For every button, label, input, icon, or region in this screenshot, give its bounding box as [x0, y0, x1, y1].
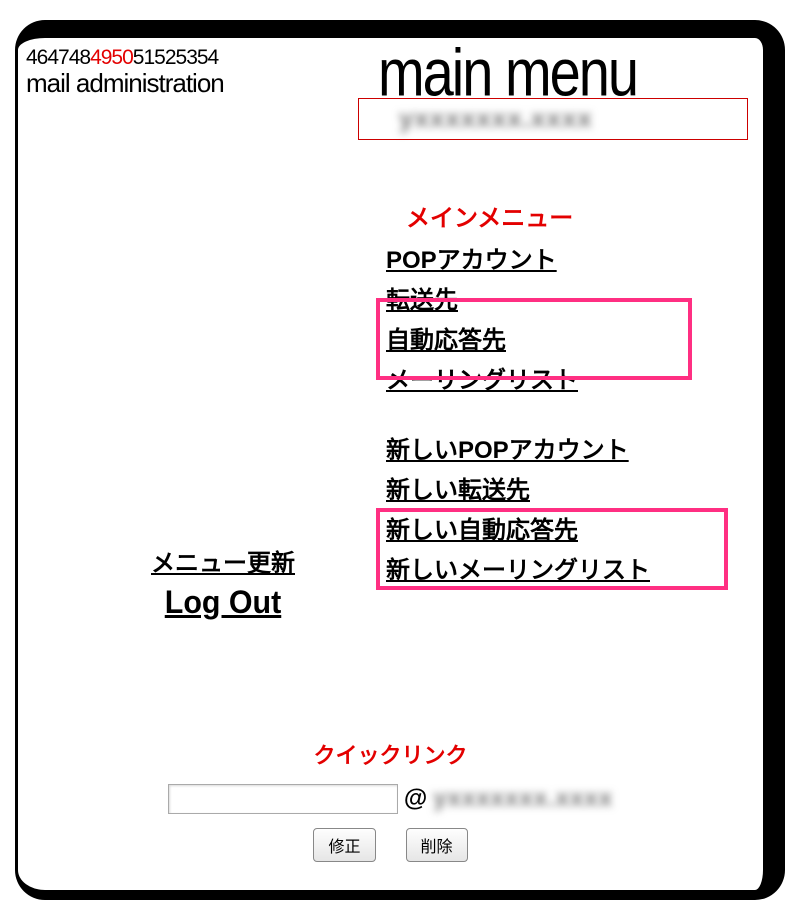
page-numbers-before: 464748 [26, 46, 90, 69]
page-numbers: 464748495051525354 [26, 46, 218, 70]
menu-mailing-lists[interactable]: メーリングリスト [386, 363, 726, 399]
delete-button[interactable]: 削除 [406, 828, 468, 862]
quick-link-input[interactable] [168, 784, 398, 814]
menu-forwarding[interactable]: 転送先 [386, 283, 726, 319]
quick-link-buttons: 修正 削除 [18, 828, 763, 862]
menu-block: メインメニュー POPアカウント 転送先 自動応答先 メーリングリスト 新しいP… [386, 198, 726, 593]
quick-link-row: @ yxxxxxxx.xxxx [168, 784, 613, 814]
menu-autoresponders[interactable]: 自動応答先 [386, 323, 726, 359]
quick-link-heading: クイックリンク [18, 738, 763, 770]
side-rule [16, 98, 18, 498]
quick-link-domain: yxxxxxxx.xxxx [433, 785, 613, 813]
mail-admin-label: mail administration [26, 68, 224, 99]
menu-new-mailing-list[interactable]: 新しいメーリングリスト [386, 553, 726, 589]
menu-new-autoresponder[interactable]: 新しい自動応答先 [386, 513, 726, 549]
domain-box: yxxxxxxx.xxxx [358, 98, 748, 140]
logout-link[interactable]: Log Out [114, 584, 333, 621]
menu-pop-accounts[interactable]: POPアカウント [386, 243, 726, 279]
domain-masked: yxxxxxxx.xxxx [399, 103, 593, 134]
menu-refresh-link[interactable]: メニュー更新 [108, 543, 338, 578]
page-numbers-after: 51525354 [133, 46, 218, 69]
at-symbol: @ [404, 785, 427, 813]
edit-button[interactable]: 修正 [313, 828, 375, 862]
quick-link-block: クイックリンク @ yxxxxxxx.xxxx 修正 削除 [18, 738, 763, 862]
menu-new-forwarding[interactable]: 新しい転送先 [386, 473, 726, 509]
menu-new-pop-account[interactable]: 新しいPOPアカウント [386, 433, 726, 469]
main-menu-heading: メインメニュー [406, 198, 726, 233]
app-frame: 464748495051525354 mail administration m… [15, 20, 785, 900]
page-numbers-current: 4950 [90, 46, 133, 69]
sidebar-links: メニュー更新 Log Out [108, 543, 338, 621]
